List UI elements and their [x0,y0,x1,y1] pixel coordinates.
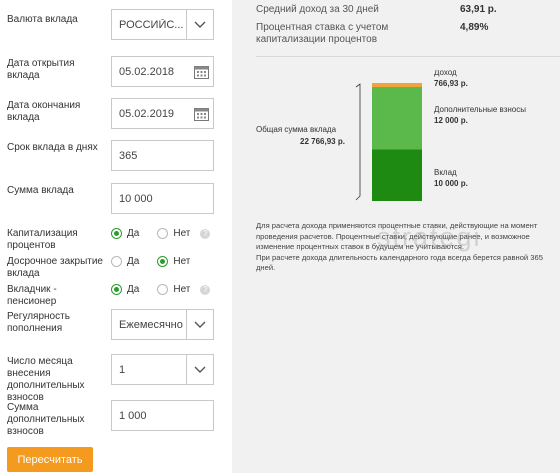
capitalization-no-label: Нет [173,228,191,239]
calendar-icon[interactable] [189,57,213,86]
currency-select[interactable]: РОССИЙС... [111,9,214,40]
calendar-icon[interactable] [189,99,213,128]
avg-income-label: Средний доход за 30 дней [256,4,379,15]
open-date-label: Дата открытия вклада [7,58,75,81]
bar-segment-2 [372,83,422,87]
segment-labels: Вклад 10 000 р. Дополнительные взносы 12 00… [434,70,526,188]
segment-name-0: Вклад [434,168,457,177]
rate-label: Процентная ставка с учетом капитализации… [256,22,389,45]
replenishment-select[interactable]: Ежемесячно [111,309,214,340]
help-icon[interactable]: ? [200,284,211,295]
chevron-down-icon[interactable] [186,355,213,384]
amount-label: Сумма вклада [7,185,74,196]
segment-name-1: Дополнительные взносы [434,105,526,114]
extra-amount-label: Сумма дополнительных взносов [7,402,85,437]
segment-value-2: 766,93 р. [434,79,468,88]
divider [256,56,560,57]
pensioner-yes-radio[interactable] [111,284,122,295]
extra-amount-input[interactable]: 1 000 [111,400,214,431]
early-close-yes-label: Да [127,256,140,267]
replenishment-label: Регулярность пополнения [7,311,70,334]
chevron-down-icon[interactable] [186,310,213,339]
close-date-value: 05.02.2019 [119,107,175,120]
calculator-form: Валюта вклада РОССИЙС... Дата открытия в… [0,0,232,473]
segment-value-0: 10 000 р. [434,179,468,188]
close-date-label: Дата окончания вклада [7,100,81,123]
capitalization-yes-radio[interactable] [111,228,122,239]
replenishment-value: Ежемесячно [119,318,183,331]
segment-name-2: Доход [434,70,457,77]
month-number-label: Число месяца внесения дополнительных взн… [7,356,85,403]
chevron-down-icon[interactable] [186,10,213,39]
early-close-no-radio[interactable] [157,256,169,267]
open-date-value: 05.02.2018 [119,65,175,78]
term-days-input[interactable]: 365 [111,140,214,171]
pensioner-no-radio[interactable] [157,284,169,295]
early-close-yes-radio[interactable] [111,256,122,267]
currency-value: РОССИЙС... [119,18,184,31]
month-number-select[interactable]: 1 [111,354,214,385]
pensioner-no-label: Нет [173,284,191,295]
pensioner-radio-group: Да Нет ? [111,284,211,295]
close-date-field[interactable]: 05.02.2019 [111,98,214,129]
pensioner-label: Вкладчик - пенсионер [7,284,57,307]
deposit-structure-chart: Общая сумма вклада 22 766,93 р. Вклад 10 … [256,70,526,201]
term-days-label: Срок вклада в днях [7,142,98,153]
note-p2: При расчете дохода длительность календар… [256,252,543,273]
month-number-value: 1 [119,363,126,376]
avg-income-value: 63,91 р. [460,4,497,15]
early-close-label: Досрочное закрытие вклада [7,256,103,279]
recalculate-button[interactable]: Пересчитать [7,447,93,472]
currency-label: Валюта вклада [7,14,78,25]
bar-segment-1 [372,86,422,150]
pensioner-yes-label: Да [127,284,140,295]
open-date-field[interactable]: 05.02.2018 [111,56,214,87]
early-close-no-label: Нет [173,256,191,267]
results-panel: Средний доход за 30 дней 63,91 р. Процен… [232,0,560,473]
capitalization-radio-group: Да Нет ? [111,228,211,239]
stacked-bar [372,83,422,201]
help-icon[interactable]: ? [200,228,211,239]
amount-input[interactable]: 10 000 [111,183,214,214]
segment-value-1: 12 000 р. [434,116,468,125]
rate-value: 4,89% [460,22,489,33]
capitalization-label: Капитализация процентов [7,228,78,251]
total-label: Общая сумма вклада [256,125,337,134]
capitalization-no-radio[interactable] [157,228,169,239]
bar-segment-0 [372,149,422,201]
early-close-radio-group: Да Нет [111,256,208,267]
capitalization-yes-label: Да [127,228,140,239]
total-value: 22 766,93 р. [300,137,345,146]
bracket [355,83,361,201]
watermark: strategi [377,222,482,252]
